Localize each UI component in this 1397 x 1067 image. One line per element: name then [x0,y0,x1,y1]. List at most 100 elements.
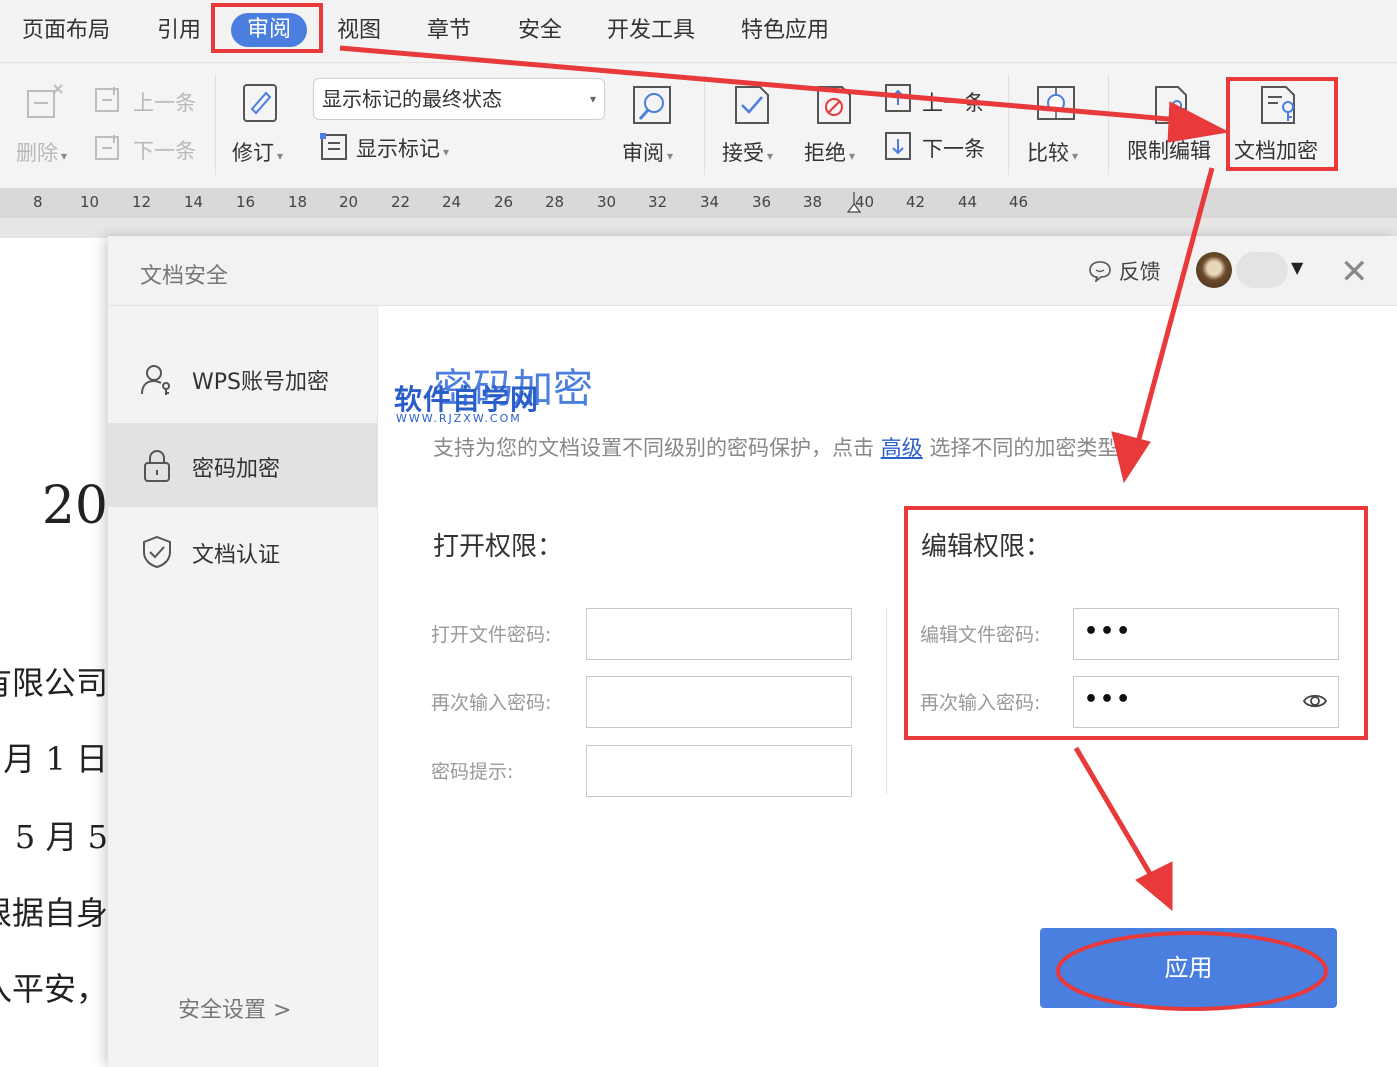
document-canvas [0,218,1397,238]
ruler-tick: 12 [132,193,152,211]
doc-text-line: 20 [41,476,108,536]
sidebar-item-password-encrypt[interactable]: 密码加密 [108,423,378,507]
edit-password-confirm-label: 再次输入密码: [920,692,1041,714]
menu-chapter[interactable]: 章节 [427,14,471,48]
reject-button[interactable]: 拒绝 ▾ [804,137,855,167]
feedback-button[interactable]: 反馈 [1088,256,1161,286]
ruler-tick: 22 [391,193,411,211]
description-text: 支持为您的文档设置不同级别的密码保护，点击 高级 选择不同的加密类型 [433,436,1119,460]
ruler-tick: 46 [1009,193,1029,211]
eye-icon[interactable] [1302,690,1328,712]
ruler-tick: 34 [700,193,720,211]
security-sidebar: WPS账号加密 密码加密 文档认证 安全设置 > [108,306,378,1067]
ruler-tick: 28 [545,193,565,211]
open-password-confirm-input[interactable] [586,676,852,728]
ruler-tick: 36 [752,193,772,211]
accept-button[interactable]: 接受 ▾ [722,137,773,167]
edit-password-label: 编辑文件密码: [920,624,1041,646]
doc-text-line: 入平安， [0,970,108,1008]
menu-bar: 页面布局 引用 审阅 视图 章节 安全 开发工具 特色应用 [0,0,1397,62]
sidebar-item-label: 文档认证 [192,543,281,568]
lock-icon [144,450,170,482]
security-settings-link[interactable]: 安全设置 > [178,992,291,1024]
ruler-tick: 18 [288,193,308,211]
doc-text-line: 月 1 日 [3,740,108,778]
delete-comment-icon [27,84,63,118]
ruler-tick: 32 [648,193,668,211]
password-hint-label: 密码提示: [431,761,514,783]
ruler-indent-marker-icon[interactable] [846,190,862,216]
menu-security[interactable]: 安全 [518,14,562,48]
ruler-tick: 8 [33,193,43,211]
avatar[interactable] [1196,252,1232,288]
open-password-input[interactable] [586,608,852,660]
ruler-tick: 44 [958,193,978,211]
menu-special-apps[interactable]: 特色应用 [741,14,829,48]
ruler-tick: 38 [803,193,823,211]
account-name-blurred[interactable] [1236,252,1288,288]
doc-text-line: 有限公司 [0,664,108,702]
prev-comment-button[interactable]: 上一条 [133,87,196,117]
review-pane-icon [633,86,671,124]
edit-password-confirm-input[interactable]: ••• [1073,676,1339,728]
ruler-tick: 20 [339,193,359,211]
ruler-tick: 42 [906,193,926,211]
prev-comment-icon [95,87,119,112]
ruler-tick: 24 [442,193,462,211]
ruler-tick: 30 [597,193,617,211]
sidebar-item-label: 密码加密 [192,457,281,482]
menu-references[interactable]: 引用 [157,14,201,48]
doc-text-line: 5 月 5 [14,818,108,856]
revise-button[interactable]: 修订 ▾ [232,137,283,167]
ruler-tick: 26 [494,193,514,211]
reject-icon [817,86,851,124]
dialog-header: 文档安全 反馈 ▼ ✕ [108,236,1397,306]
password-hint-input[interactable] [586,745,852,797]
user-key-icon [141,365,170,395]
show-markup-icon [320,133,347,160]
apply-button[interactable]: 应用 [1040,928,1337,1008]
compare-icon [1037,86,1075,120]
edit-password-input[interactable]: ••• [1073,608,1339,660]
next-change-icon [885,132,911,160]
doc-encrypt-icon [1261,86,1295,124]
ruler-tick: 14 [184,193,204,211]
menu-view[interactable]: 视图 [337,14,381,48]
horizontal-ruler: 8 10 12 14 16 18 20 22 24 26 28 30 32 34… [0,188,1397,218]
open-password-label: 打开文件密码: [431,624,552,646]
review-button[interactable]: 审阅 ▾ [622,137,673,167]
open-password-confirm-label: 再次输入密码: [431,692,552,714]
review-toolbar: 删除 ▾ 上一条 下一条 修订 ▾ 显示标记的最终状态 ▾ 显示标记 ▾ 审阅 ▾ 接受 ▾… [0,62,1397,188]
document-security-dialog: 文档安全 反馈 ▼ ✕ WPS账号加密 密码加密 文档认证 安全设置 > 密码加… [108,236,1397,1067]
prev-change-icon [885,84,911,112]
revise-icon [243,84,277,122]
edit-permission-title: 编辑权限： [921,532,1052,562]
shield-check-icon [143,535,171,569]
chevron-down-icon[interactable]: ▼ [1291,258,1303,277]
menu-developer-tools[interactable]: 开发工具 [607,14,695,48]
accept-icon [735,86,769,124]
next-change-button[interactable]: 下一条 [922,133,985,163]
markup-state-select[interactable]: 显示标记的最终状态 ▾ [313,78,605,120]
open-permission-title: 打开权限： [433,532,564,562]
close-icon[interactable]: ✕ [1340,252,1369,292]
show-markup-button[interactable]: 显示标记 ▾ [356,133,449,163]
doc-text-line: 根据自身 [0,894,108,932]
menu-page-layout[interactable]: 页面布局 [22,14,110,48]
ruler-tick: 16 [236,193,256,211]
sidebar-item-doc-certification[interactable]: 文档认证 [108,509,378,593]
doc-encrypt-button[interactable]: 文档加密 [1234,135,1318,165]
menu-review[interactable]: 审阅 [231,13,308,47]
next-comment-icon [95,135,119,160]
delete-button[interactable]: 删除 ▾ [16,137,67,167]
restrict-edit-button[interactable]: 限制编辑 [1127,135,1211,165]
password-mask: ••• [1084,687,1133,712]
restrict-edit-icon [1155,86,1187,124]
password-mask: ••• [1084,619,1133,644]
ruler-tick: 10 [80,193,100,211]
advanced-link[interactable]: 高级 [881,436,923,460]
next-comment-button[interactable]: 下一条 [133,135,196,165]
prev-change-button[interactable]: 上一条 [922,87,985,117]
compare-button[interactable]: 比较 ▾ [1027,137,1078,167]
sidebar-item-wps-account-encrypt[interactable]: WPS账号加密 [108,336,378,420]
